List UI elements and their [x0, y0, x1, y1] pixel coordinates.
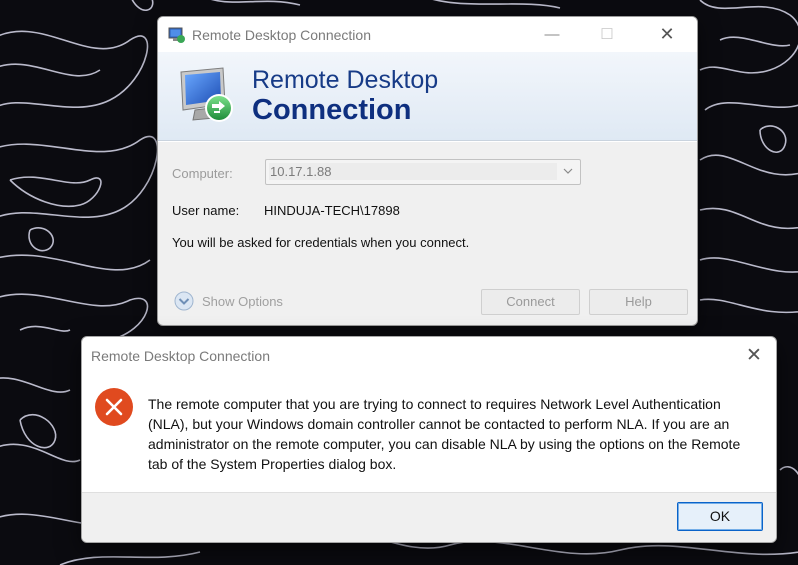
error-dialog: Remote Desktop Connection ✕ The remote c… [81, 336, 777, 543]
remote-desktop-logo-icon [180, 67, 233, 122]
ok-button[interactable]: OK [677, 502, 763, 531]
rdc-banner: Remote Desktop Connection [158, 52, 697, 140]
computer-value[interactable]: 10.17.1.88 [270, 164, 331, 179]
connect-button[interactable]: Connect [481, 289, 580, 315]
banner-title-line1: Remote Desktop [252, 66, 439, 94]
remote-desktop-app-icon [168, 27, 185, 43]
username-value: HINDUJA-TECH\17898 [264, 203, 400, 218]
rdc-titlebar[interactable]: Remote Desktop Connection — ☐ ✕ [158, 17, 697, 52]
credentials-note: You will be asked for credentials when y… [172, 235, 470, 250]
error-dialog-footer [82, 492, 776, 542]
show-options-label[interactable]: Show Options [202, 294, 283, 309]
chevron-down-icon[interactable] [562, 165, 574, 177]
help-button[interactable]: Help [589, 289, 688, 315]
error-icon [95, 388, 133, 426]
close-button[interactable]: ✕ [644, 17, 690, 52]
username-label: User name: [172, 203, 240, 218]
computer-combobox[interactable]: 10.17.1.88 [265, 159, 581, 185]
minimize-button[interactable]: — [529, 17, 575, 52]
rdc-main-window: Remote Desktop Connection — ☐ ✕ Remote D… [157, 16, 698, 326]
computer-label: Computer: [172, 166, 233, 181]
error-message: The remote computer that you are trying … [148, 396, 741, 472]
banner-title-line2: Connection [252, 94, 412, 126]
divider [158, 141, 697, 142]
error-dialog-close-button[interactable]: ✕ [737, 343, 771, 369]
expand-chevron-icon[interactable] [174, 291, 194, 311]
error-dialog-title: Remote Desktop Connection [91, 348, 270, 364]
rdc-window-title: Remote Desktop Connection [192, 27, 371, 43]
maximize-button[interactable]: ☐ [584, 17, 630, 52]
